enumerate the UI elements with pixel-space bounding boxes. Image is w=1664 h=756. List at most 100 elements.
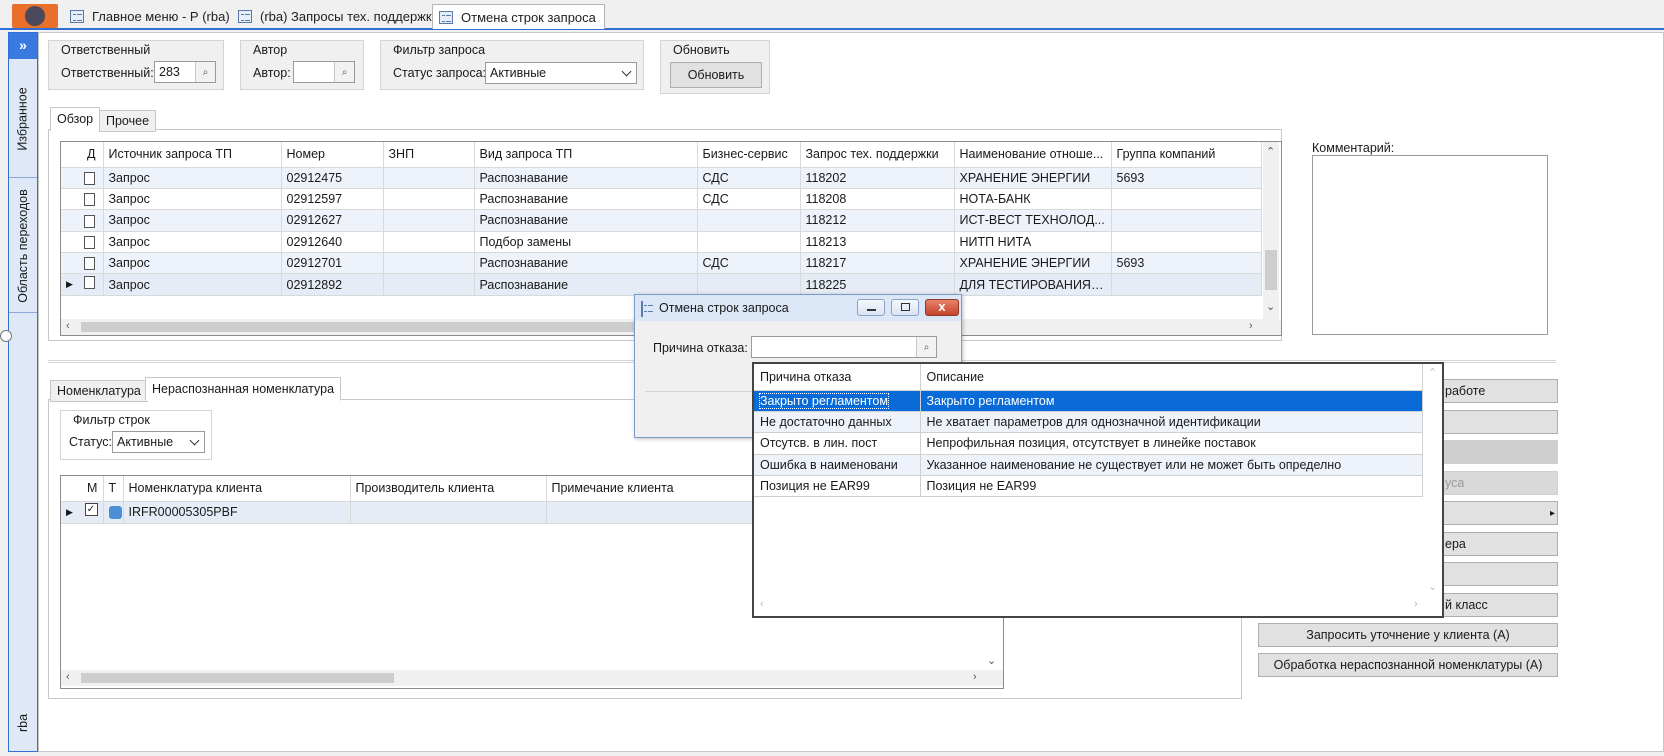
form-icon <box>238 10 252 23</box>
document-icon <box>83 171 95 185</box>
dialog-titlebar[interactable]: Отмена строк запроса x <box>635 295 961 321</box>
column-header[interactable]: Номенклатура клиента <box>123 476 351 502</box>
dropdown-option[interactable]: Ошибка в наименовани Указанное наименова… <box>754 454 1423 477</box>
table-row-current[interactable]: ▶ Запрос 02912892 Распознавание 118225 ДЛЯ Т… <box>61 273 1262 297</box>
sidebar-footer: rba <box>15 713 30 733</box>
grid-header-row: Д Источник запроса ТП Номер ЗНП Вид запр… <box>61 142 1262 168</box>
tab-unrecognized-nomenclature[interactable]: Нераспознанная номенклатура <box>145 377 342 401</box>
row-pointer-icon: ▶ <box>66 506 73 517</box>
column-header[interactable]: Д <box>61 142 104 168</box>
scroll-right-icon[interactable]: › <box>1414 598 1418 610</box>
request-filter-group: Фильтр запроса Статус запроса: Активные <box>380 40 644 90</box>
dropdown-option[interactable]: Не достаточно данных Не хватает параметр… <box>754 411 1423 434</box>
scroll-left-icon[interactable]: ‹ <box>66 320 70 332</box>
column-header[interactable]: Производитель клиента <box>350 476 547 502</box>
lookup-icon[interactable]: ⌕ <box>916 337 936 357</box>
chevron-down-icon <box>189 435 200 446</box>
dropdown-option[interactable]: Позиция не EAR99 Позиция не EAR99 <box>754 475 1423 498</box>
splitter-handle[interactable] <box>0 330 12 342</box>
table-row-current[interactable]: ▶ ✓ IRFR00005305PBF <box>61 501 762 524</box>
close-icon[interactable]: x <box>925 299 959 316</box>
column-header[interactable]: Группа компаний <box>1111 142 1262 168</box>
scroll-left-icon[interactable]: ‹ <box>66 671 70 683</box>
scroll-thumb[interactable] <box>81 673 394 683</box>
form-icon <box>641 301 643 317</box>
column-header[interactable]: Номер <box>281 142 384 168</box>
scroll-down-icon[interactable]: ⌄ <box>1266 300 1275 313</box>
sidebar-item-navigation-area[interactable]: Область переходов <box>9 179 37 313</box>
tab-support-requests[interactable]: (rba) Запросы тех. поддержки <box>232 4 447 29</box>
reject-reason-field[interactable] <box>751 336 937 358</box>
column-header[interactable]: Источник запроса ТП <box>103 142 282 168</box>
scroll-thumb[interactable] <box>81 322 641 332</box>
tab-other[interactable]: Прочее <box>99 110 157 132</box>
table-row[interactable]: Запрос 02912701 Распознавание СДС 118217 ХРАН… <box>61 252 1262 275</box>
table-row[interactable]: Запрос 02912640 Подбор замены 118213 НИТП НИ… <box>61 231 1262 254</box>
tab-cancel-request-lines[interactable]: Отмена строк запроса <box>432 4 605 29</box>
scroll-up-icon[interactable]: ⌃ <box>1428 366 1437 379</box>
table-row[interactable]: Запрос 02912475 Распознавание СДС 118202 ХРАН… <box>61 167 1262 189</box>
horizontal-scrollbar[interactable]: ‹ › <box>61 670 1003 686</box>
tab-main-menu[interactable]: Главное меню - Р (rba) <box>64 4 238 29</box>
sidebar-item-favorites[interactable]: Избранное <box>9 60 37 178</box>
document-icon <box>83 257 95 271</box>
column-header[interactable]: Запрос тех. поддержки <box>800 142 955 168</box>
column-header[interactable]: Бизнес-сервис <box>697 142 801 168</box>
navigation-sidebar: » Избранное Область переходов rba <box>8 32 38 752</box>
process-unrecognized-button[interactable]: Обработка нераспознанной номенклатуры (А… <box>1258 653 1558 677</box>
scroll-right-icon[interactable]: › <box>973 671 977 683</box>
scroll-up-icon[interactable]: ⌃ <box>1266 145 1275 158</box>
column-header[interactable]: М <box>61 476 104 502</box>
column-header[interactable]: Вид запроса ТП <box>474 142 698 168</box>
column-header[interactable]: Наименование отноше... <box>954 142 1112 168</box>
column-header: Описание <box>920 364 1423 391</box>
dropdown-header-row: Причина отказа Описание <box>754 364 1423 391</box>
document-icon <box>83 193 95 207</box>
maximize-icon[interactable] <box>891 299 919 316</box>
grid-header-row: М Т Номенклатура клиента Производитель к… <box>61 476 762 502</box>
row-status-select[interactable]: Активные <box>112 431 205 453</box>
tab-overview[interactable]: Обзор <box>50 107 101 131</box>
row-pointer-icon: ▶ <box>66 279 73 290</box>
scroll-down-icon[interactable]: ⌄ <box>987 654 996 667</box>
scroll-thumb[interactable] <box>1265 250 1277 290</box>
request-client-clarification-button[interactable]: Запросить уточнение у клиента (А) <box>1258 623 1558 647</box>
document-icon <box>83 235 95 249</box>
type-icon <box>108 506 122 520</box>
app-logo-icon[interactable] <box>12 4 58 28</box>
author-group: Автор Автор: ⌕ <box>240 40 364 90</box>
form-icon <box>439 10 453 24</box>
scroll-right-icon[interactable]: › <box>1249 320 1253 332</box>
refresh-group: Обновить Обновить <box>660 40 770 94</box>
comment-textarea[interactable] <box>1312 155 1548 335</box>
lookup-icon[interactable]: ⌕ <box>195 62 215 82</box>
tab-nomenclature[interactable]: Номенклатура <box>50 380 148 402</box>
dropdown-option[interactable]: Отсутсв. в лин. пост Непрофильная позици… <box>754 432 1423 455</box>
expand-sidebar-button[interactable]: » <box>9 33 37 59</box>
column-header[interactable]: Т <box>103 476 124 502</box>
scroll-left-icon[interactable]: ‹ <box>760 598 764 610</box>
lookup-icon[interactable]: ⌕ <box>334 62 354 82</box>
form-icon <box>70 10 84 23</box>
table-row[interactable]: Запрос 02912627 Распознавание 118212 ИСТ-ВЕС… <box>61 209 1262 232</box>
chevron-down-icon <box>621 66 632 77</box>
document-icon <box>83 275 95 289</box>
column-header[interactable]: ЗНП <box>383 142 475 168</box>
vertical-scrollbar[interactable]: ⌃ ⌄ <box>1263 142 1279 320</box>
column-header[interactable]: Примечание клиента <box>546 476 762 502</box>
divider <box>645 391 755 392</box>
chevron-right-icon: ▸ <box>1549 507 1555 519</box>
scroll-down-icon[interactable]: ⌄ <box>1428 580 1437 593</box>
document-tab-bar: Главное меню - Р (rba) (rba) Запросы тех… <box>0 0 1664 30</box>
document-icon <box>83 214 95 228</box>
refresh-button[interactable]: Обновить <box>670 62 762 88</box>
responsible-group: Ответственный Ответственный: 283 ⌕ <box>48 40 224 90</box>
table-row[interactable]: Запрос 02912597 Распознавание СДС 118208 НОТА… <box>61 188 1262 211</box>
dropdown-option-selected[interactable]: Закрыто регламентом Закрыто регламентом <box>754 390 1423 412</box>
request-status-select[interactable]: Активные <box>485 62 637 84</box>
reject-reason-dropdown: Причина отказа Описание Закрыто регламен… <box>752 362 1444 618</box>
minimize-icon[interactable] <box>857 299 885 316</box>
checkbox-checked-icon[interactable]: ✓ <box>84 502 98 516</box>
column-header: Причина отказа <box>754 364 921 391</box>
comment-section: Комментарий: <box>1296 137 1556 337</box>
